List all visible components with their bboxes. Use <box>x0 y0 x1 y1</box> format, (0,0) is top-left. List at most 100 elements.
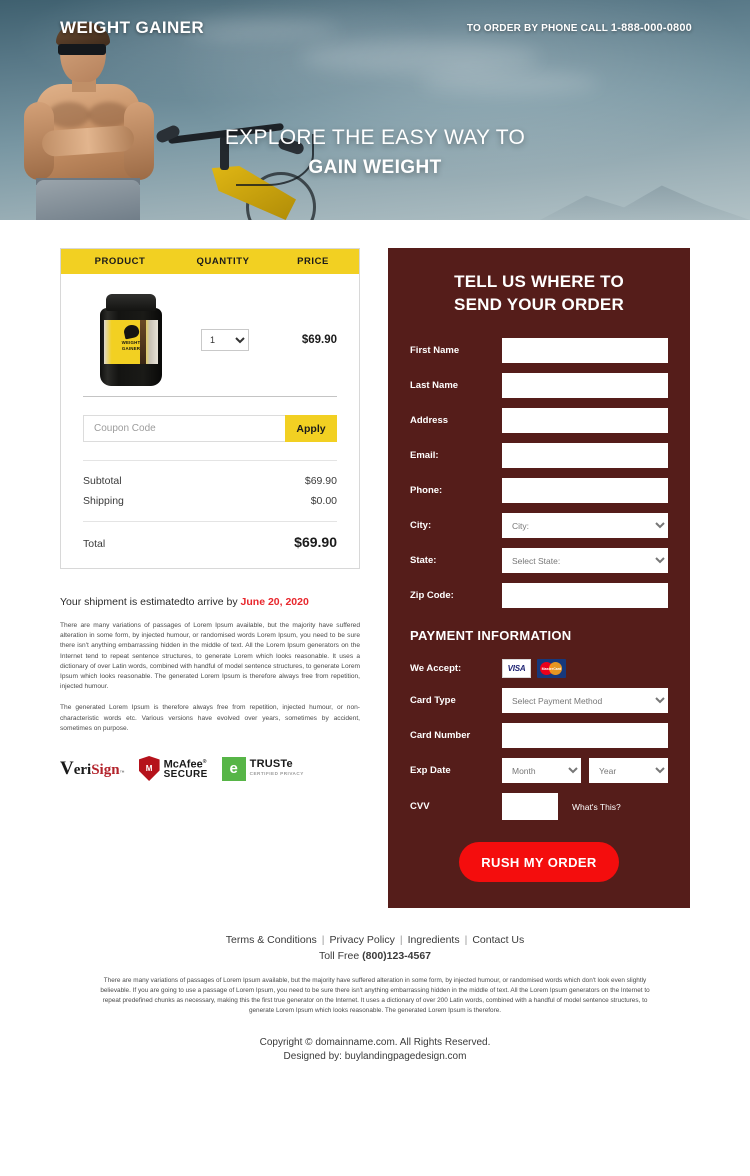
form-title-line1: TELL US WHERE TO <box>454 272 624 291</box>
truste-text: TRUSTe CERTIFIED PRIVACY <box>249 757 304 778</box>
verisign-eri: eri <box>73 761 92 778</box>
divider <box>83 521 337 522</box>
coupon-row: Apply <box>83 415 337 442</box>
footer-link-contact[interactable]: Contact Us <box>472 934 524 946</box>
state-select[interactable]: Select State: <box>502 548 668 573</box>
footer-separator: | <box>399 934 403 946</box>
toll-free-number[interactable]: (800)123-4567 <box>362 950 431 962</box>
mcafee-line2: SECURE <box>163 768 208 780</box>
column-header-quantity: QUANTITY <box>196 256 250 267</box>
truste-e: e <box>229 760 238 778</box>
mcafee-line1: McAfee® <box>164 757 208 770</box>
coupon-input[interactable] <box>83 415 285 442</box>
form-row-first-name: First Name <box>410 338 668 363</box>
shipment-estimate: Your shipment is estimatedto arrive by J… <box>60 596 360 608</box>
card-type-select[interactable]: Select Payment Method <box>502 688 668 713</box>
verisign-sign: Sign <box>91 761 120 778</box>
card-number-input[interactable] <box>502 723 668 748</box>
footer-separator: | <box>464 934 468 946</box>
model-shorts <box>36 180 140 220</box>
product-image-cell: WEIGHT GAINER <box>83 294 179 386</box>
hero-headline: EXPLORE THE EASY WAY TO GAIN WEIGHT <box>0 126 750 179</box>
order-table: PRODUCT QUANTITY PRICE WEIGHT GAINER 1 $… <box>60 248 360 569</box>
form-row-phone: Phone: <box>410 478 668 503</box>
rush-my-order-button[interactable]: RUSH MY ORDER <box>459 842 619 882</box>
shipping-value: $0.00 <box>310 495 337 507</box>
site-logo[interactable]: WEIGHT GAINER <box>60 18 204 38</box>
first-name-input[interactable] <box>502 338 668 363</box>
whats-this-link[interactable]: What's This? <box>572 802 621 812</box>
verisign-v: V <box>60 757 74 779</box>
footer-copyright: Copyright © domainname.com. All Rights R… <box>60 1036 690 1064</box>
product-quantity-cell: 1 <box>179 329 271 351</box>
summary-row-shipping: Shipping $0.00 <box>83 495 337 507</box>
form-row-we-accept: We Accept: VISA MasterCard <box>410 659 668 678</box>
table-row: WEIGHT GAINER 1 $69.90 <box>83 288 337 392</box>
order-table-header: PRODUCT QUANTITY PRICE <box>61 249 359 274</box>
body-paragraph-2: The generated Lorem Ipsum is therefore a… <box>60 704 360 732</box>
truste-line2: CERTIFIED PRIVACY <box>249 770 304 776</box>
hero-headline-line1: EXPLORE THE EASY WAY TO <box>224 126 526 149</box>
header-phone-number[interactable]: 1-888-000-0800 <box>611 22 692 34</box>
cvv-controls: What's This? <box>502 793 668 820</box>
subtotal-label: Subtotal <box>83 475 122 487</box>
sunglasses-icon <box>58 44 106 55</box>
label-email: Email: <box>410 450 439 461</box>
form-title-line2: SEND YOUR ORDER <box>454 295 624 314</box>
zip-code-input[interactable] <box>502 583 668 608</box>
form-row-cvv: CVV What's This? <box>410 793 668 820</box>
footer-link-ingredients[interactable]: Ingredients <box>408 934 460 946</box>
total-label: Total <box>83 538 106 550</box>
label-card-number: Card Number <box>410 730 471 741</box>
order-table-body: WEIGHT GAINER 1 $69.90 Coupon Code Apply… <box>61 274 359 568</box>
label-city: City: <box>410 520 432 531</box>
accepted-cards: VISA MasterCard <box>502 659 668 678</box>
order-form-panel: TELL US WHERE TO SEND YOUR ORDER First N… <box>388 248 690 908</box>
footer-link-privacy[interactable]: Privacy Policy <box>330 934 395 946</box>
tub-label-text: WEIGHT GAINER <box>100 340 162 351</box>
hero-cloud-icon <box>420 72 600 94</box>
truste-mark-icon: e <box>221 756 246 781</box>
form-row-city: City: City: <box>410 513 668 538</box>
verisign-badge-icon: Veri Sign ™ <box>60 759 125 779</box>
form-row-exp-date: Exp Date Month Year <box>410 758 668 783</box>
footer-separator: | <box>321 934 325 946</box>
apply-coupon-button[interactable]: Apply <box>285 415 337 442</box>
tub-label-line2: GAINER <box>121 345 141 351</box>
label-state: State: <box>410 555 437 566</box>
last-name-input[interactable] <box>502 373 668 398</box>
shipment-estimate-prefix: Your shipment is estimatedto arrive by <box>60 596 241 608</box>
exp-year-select[interactable]: Year <box>589 758 668 783</box>
quantity-select[interactable]: 1 <box>201 329 249 351</box>
total-value: $69.90 <box>294 534 337 550</box>
truste-line1: TRUSTe <box>249 757 293 770</box>
toll-free-label: Toll Free <box>318 950 363 962</box>
phone-input[interactable] <box>502 478 668 503</box>
tub-lid <box>106 294 156 311</box>
label-first-name: First Name <box>410 345 460 356</box>
header-phone-cta: TO ORDER BY PHONE CALL 1-888-000-0800 <box>467 22 692 34</box>
mastercard-label: MasterCard <box>541 666 562 671</box>
mcafee-reg: ® <box>202 759 207 766</box>
verisign-tm: ™ <box>119 769 125 776</box>
address-input[interactable] <box>502 408 668 433</box>
copyright-line: Copyright © domainname.com. All Rights R… <box>259 1037 491 1048</box>
email-field[interactable] <box>502 443 668 468</box>
product-price: $69.90 <box>301 334 337 346</box>
designed-by-line: Designed by: buylandingpagedesign.com <box>283 1051 467 1062</box>
trust-badges: Veri Sign ™ M McAfee® SECURE e TRUSTe CE… <box>60 756 360 782</box>
cvv-input[interactable] <box>502 793 558 820</box>
footer-disclaimer: There are many variations of passages of… <box>100 977 650 1014</box>
mcafee-secure-badge-icon: M McAfee® SECURE <box>138 756 208 782</box>
footer-link-terms[interactable]: Terms & Conditions <box>226 934 317 946</box>
label-address: Address <box>410 415 449 426</box>
form-row-state: State: Select State: <box>410 548 668 573</box>
mcafee-mark: M <box>145 764 153 774</box>
product-tub-image: WEIGHT GAINER <box>100 294 162 386</box>
city-select[interactable]: City: <box>502 513 668 538</box>
subtotal-value: $69.90 <box>304 475 337 487</box>
exp-month-select[interactable]: Month <box>502 758 581 783</box>
label-we-accept: We Accept: <box>410 663 462 674</box>
column-header-price: PRICE <box>297 256 329 267</box>
label-cvv: CVV <box>410 801 430 812</box>
